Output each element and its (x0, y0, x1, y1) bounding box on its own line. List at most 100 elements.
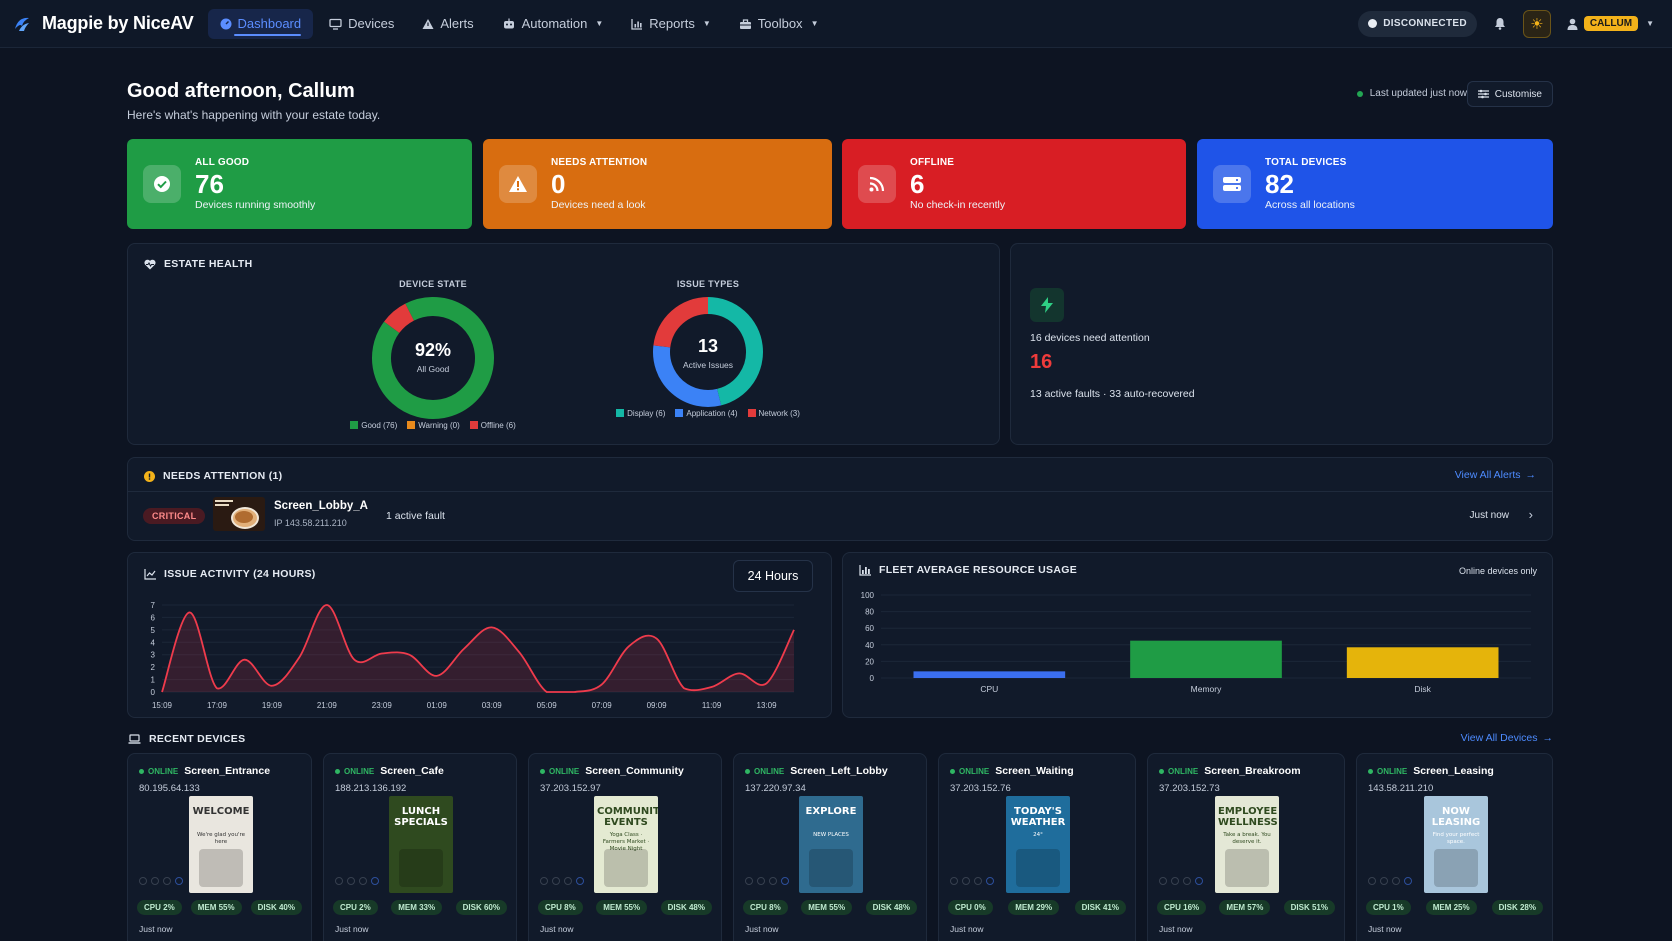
topbar-actions: DISCONNECTED ☀ CALLUM ▼ (1358, 9, 1660, 38)
attention-row-screen-lobby-a[interactable]: CRITICAL Screen_Lobby_A IP 143.58.211.21… (127, 490, 1553, 540)
heart-pulse-icon (144, 259, 156, 269)
arrow-right-icon: → (1525, 469, 1537, 481)
legend-swatch (350, 421, 359, 429)
theme-toggle-button[interactable]: ☀ (1522, 9, 1551, 38)
device-ip: 143.58.211.210 (1368, 783, 1434, 794)
device-name: Screen_Cafe (380, 765, 444, 777)
last-updated: Last updated just now (1356, 88, 1467, 99)
legend-label: Display (6) (627, 409, 666, 418)
memory-metric: MEM 29% (1008, 900, 1060, 915)
monitor-icon (329, 18, 342, 30)
indicator-dot (1171, 877, 1179, 885)
attention-summary-count: 16 (1030, 351, 1053, 373)
stat-subtext: Devices need a look (551, 199, 646, 211)
legend-item: Display (6) (616, 409, 665, 418)
thumbnail-title: LUNCH SPECIALS (394, 806, 448, 828)
x-tick-label: 07:09 (592, 701, 613, 710)
indicator-dot (151, 877, 159, 885)
bar-chart-icon (859, 564, 871, 576)
legend-swatch (407, 421, 416, 429)
device-card[interactable]: ONLINE Screen_Community 37.203.152.97 COMMU… (528, 753, 722, 941)
view-all-alerts-link[interactable]: View All Alerts → (1455, 469, 1536, 481)
nav-alerts[interactable]: Alerts (410, 9, 485, 39)
connection-status-badge[interactable]: DISCONNECTED (1358, 10, 1477, 37)
user-menu-button[interactable]: CALLUM ▼ (1561, 10, 1660, 38)
indicator-dot (540, 877, 548, 885)
device-name: Screen_Waiting (995, 765, 1074, 777)
thumbnail-subtitle: 24° (1033, 832, 1043, 838)
view-all-devices-link[interactable]: View All Devices → (1461, 732, 1553, 744)
thumbnail-subtitle: Find your perfect space. (1432, 832, 1480, 845)
indicator-dot (1404, 877, 1412, 885)
device-card[interactable]: ONLINE Screen_Leasing 143.58.211.210 NOW LE… (1356, 753, 1553, 941)
warning-icon (422, 18, 434, 29)
device-metrics: CPU 16% MEM 57% DISK 51% (1157, 900, 1335, 915)
notifications-button[interactable] (1487, 11, 1513, 37)
legend-item: Warning (0) (407, 421, 460, 430)
indicator-dot (1368, 877, 1376, 885)
connection-status-label: DISCONNECTED (1383, 18, 1467, 29)
nav-devices[interactable]: Devices (317, 9, 406, 39)
thumbnail-subtitle: NEW PLACES (813, 832, 849, 838)
x-tick-label: 23:09 (372, 701, 393, 710)
line-chart-icon (144, 568, 156, 580)
stat-subtext: Devices running smoothly (195, 199, 316, 211)
device-card[interactable]: ONLINE Screen_Entrance 80.195.64.133 WELCOM… (127, 753, 312, 941)
warning-triangle-icon (499, 165, 537, 203)
memory-metric: MEM 33% (391, 900, 443, 915)
stat-card-total-devices[interactable]: TOTAL DEVICES 82 Across all locations (1197, 139, 1553, 229)
app-name: Magpie by NiceAV (42, 13, 194, 33)
device-thumbnail (213, 497, 265, 531)
stat-card-needs-attention[interactable]: NEEDS ATTENTION 0 Devices need a look (483, 139, 832, 229)
device-name: Screen_Leasing (1413, 765, 1494, 777)
resource-usage-note: Online devices only (1458, 566, 1537, 576)
indicator-dot (950, 877, 958, 885)
device-status: ONLINE (745, 767, 784, 776)
x-tick-label: 09:09 (647, 701, 668, 710)
memory-metric: MEM 25% (1425, 900, 1477, 915)
live-dot-icon (1356, 90, 1363, 97)
y-tick-label: 1 (151, 676, 156, 685)
nav-toolbox[interactable]: Toolbox ▼ (727, 9, 831, 39)
stat-value: 0 (551, 169, 566, 199)
nav-dashboard[interactable]: Dashboard (207, 8, 314, 39)
y-tick-label: 80 (865, 608, 874, 617)
magpie-logo-icon (15, 17, 29, 31)
user-icon (1567, 18, 1578, 30)
signal-icon (858, 165, 896, 203)
device-thumbnail: EMPLOYEE WELLNESS Take a break. You deser… (1215, 796, 1279, 893)
device-card[interactable]: ONLINE Screen_Waiting 37.203.152.76 TODAY'S… (938, 753, 1136, 941)
main-nav: Dashboard Devices Alerts Automation ▼ Re… (207, 8, 831, 39)
device-metrics: CPU 1% MEM 25% DISK 28% (1366, 900, 1543, 915)
view-all-alerts-label: View All Alerts (1454, 469, 1521, 481)
device-state-center-label: All Good (416, 364, 450, 374)
x-tick-label: Memory (1191, 684, 1222, 694)
device-card[interactable]: ONLINE Screen_Cafe 188.213.136.192 LUNCH SP… (323, 753, 517, 941)
indicator-dot (974, 877, 982, 885)
nav-automation[interactable]: Automation ▼ (490, 9, 616, 39)
stat-card-all-good[interactable]: ALL GOOD 76 Devices running smoothly (127, 139, 472, 229)
y-tick-label: 40 (865, 641, 874, 650)
thumbnail-subtitle: Take a break. You deserve it. (1223, 832, 1271, 845)
nav-reports[interactable]: Reports ▼ (619, 9, 722, 39)
y-tick-label: 0 (151, 688, 156, 697)
x-tick-label: 17:09 (207, 701, 228, 710)
time-range-select[interactable]: 24 Hours (733, 560, 813, 592)
device-name: Screen_Left_Lobby (790, 765, 888, 777)
stat-value: 76 (195, 169, 224, 199)
legend-label: Warning (0) (418, 421, 460, 430)
indicator-dot (986, 877, 994, 885)
issue-activity-card: ISSUE ACTIVITY (24 HOURS) 24 Hours 0 1 2 3 4… (127, 552, 832, 718)
device-card[interactable]: ONLINE Screen_Breakroom 37.203.152.73 EMPLO… (1147, 753, 1345, 941)
chevron-down-icon: ▼ (702, 19, 711, 28)
recent-devices-title: RECENT DEVICES (128, 733, 245, 745)
device-name: Screen_Breakroom (1204, 765, 1301, 777)
legend-item: Good (76) (350, 421, 397, 430)
brand[interactable]: Magpie by NiceAV (12, 13, 194, 34)
customise-button[interactable]: Customise (1466, 81, 1553, 107)
device-card[interactable]: ONLINE Screen_Left_Lobby 137.220.97.34 EXPL… (733, 753, 927, 941)
cpu-metric: CPU 0% (948, 900, 993, 915)
device-last-seen: Just now (950, 924, 984, 934)
device-metrics: CPU 2% MEM 33% DISK 60% (333, 900, 507, 915)
stat-card-offline[interactable]: OFFLINE 6 No check-in recently (842, 139, 1186, 229)
